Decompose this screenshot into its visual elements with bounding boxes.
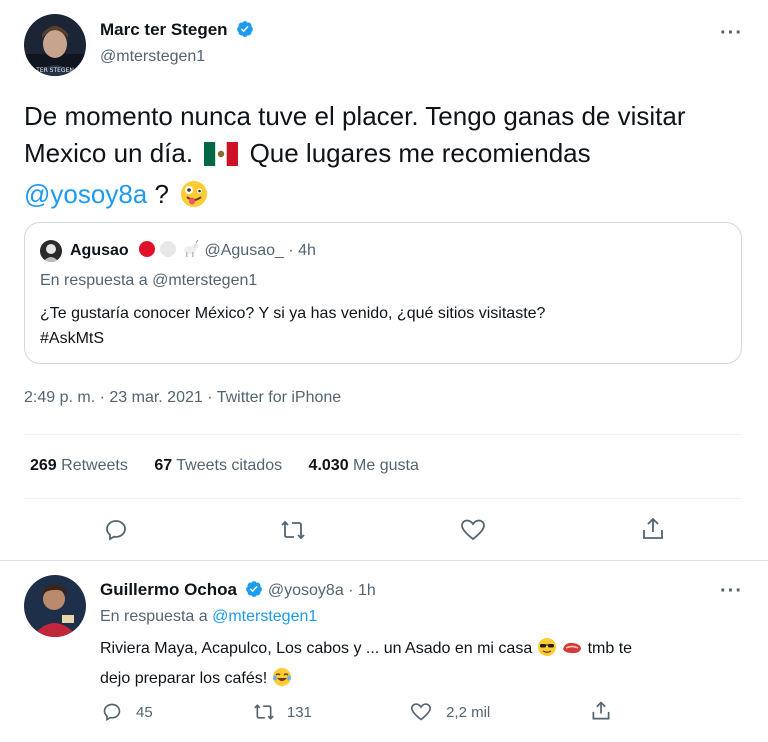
- divider: [0, 560, 768, 561]
- author-handle[interactable]: @mterstegen1: [100, 48, 205, 66]
- meat-cut-emoji-icon: [561, 639, 583, 665]
- reply-icon: [103, 703, 121, 721]
- quote-tweets-stat[interactable]: 67 Tweets citados: [154, 457, 282, 474]
- reply-actions: 45 131 2,2 mil: [102, 700, 612, 726]
- svg-text:TER STEGEN: TER STEGEN: [35, 67, 74, 74]
- author-name[interactable]: Marc ter Stegen: [100, 20, 228, 39]
- sunglasses-emoji-icon: [537, 637, 557, 666]
- goat-icon: [180, 239, 200, 263]
- tweet-timestamp[interactable]: 2:49 p. m. · 23 mar. 2021 · Twitter for …: [24, 389, 341, 407]
- share-icon[interactable]: [640, 516, 666, 542]
- tweet-text-line2: Mexico un día. Que lugares me recomienda…: [24, 135, 754, 176]
- hashtag: #AskMtS: [40, 330, 105, 347]
- reply-author-name[interactable]: Guillermo Ochoa: [100, 580, 237, 599]
- likes-stat[interactable]: 4.030 Me gusta: [309, 457, 419, 474]
- quoted-time: · 4h: [288, 242, 316, 259]
- quoted-tweet-text: ¿Te gustaría conocer México? Y si ya has…: [40, 301, 545, 351]
- reply-author-handle[interactable]: @yosoy8a: [268, 582, 344, 599]
- reply-context: En respuesta a @mterstegen1: [100, 608, 318, 625]
- divider: [24, 434, 742, 435]
- verified-badge-icon: [236, 20, 254, 38]
- tweet-text-line1: De momento nunca tuve el placer. Tengo g…: [24, 101, 686, 131]
- reply-retweet-button[interactable]: 131: [253, 702, 312, 722]
- divider: [24, 498, 742, 499]
- reply-count: 45: [136, 703, 153, 721]
- quoted-author-handle[interactable]: @Agusao_: [204, 242, 283, 259]
- tweet-text-line3: @yosoy8a ?: [24, 176, 754, 218]
- retweet-icon: [254, 704, 274, 720]
- tweet-stats: 269 Retweets 67 Tweets citados 4.030 Me …: [30, 457, 419, 475]
- reply-text: Riviera Maya, Acapulco, Los cabos y ... …: [100, 636, 750, 696]
- mention-link[interactable]: @yosoy8a: [24, 179, 147, 209]
- red-circle-icon: [139, 241, 156, 257]
- verified-badge-icon: [245, 580, 263, 598]
- reply-more-options-button[interactable]: ···: [720, 580, 743, 603]
- zany-face-emoji-icon: [180, 180, 208, 218]
- tears-of-joy-emoji-icon: [272, 667, 292, 696]
- reply-author-avatar[interactable]: [24, 575, 86, 637]
- share-icon: [592, 701, 610, 720]
- like-heart-icon: [411, 703, 432, 721]
- quoted-author-avatar[interactable]: [40, 240, 62, 262]
- retweets-stat[interactable]: 269 Retweets: [30, 457, 128, 474]
- retweet-count: 131: [286, 703, 312, 721]
- tweet-text: De momento nunca tuve el placer. Tengo g…: [24, 98, 754, 218]
- mexico-flag-icon: [204, 139, 239, 176]
- white-circle-icon: [159, 241, 176, 257]
- more-options-button[interactable]: ···: [720, 22, 743, 45]
- author-avatar[interactable]: TER STEGEN: [24, 14, 86, 76]
- reply-time: · 1h: [348, 582, 376, 599]
- like-count: 2,2 mil: [446, 703, 491, 721]
- retweet-icon[interactable]: [280, 518, 306, 542]
- quoted-reply-mention[interactable]: @mterstegen1: [152, 272, 257, 289]
- quoted-author-name[interactable]: Agusao: [70, 242, 129, 259]
- reply-like-button[interactable]: 2,2 mil: [410, 702, 490, 722]
- reply-share-button[interactable]: [590, 700, 612, 722]
- like-heart-icon[interactable]: [460, 518, 486, 542]
- reply-mention-link[interactable]: @mterstegen1: [212, 608, 317, 625]
- quoted-reply-context: En respuesta a @mterstegen1: [40, 272, 258, 289]
- reply-reply-button[interactable]: 45: [102, 702, 153, 722]
- reply-icon[interactable]: [104, 518, 128, 542]
